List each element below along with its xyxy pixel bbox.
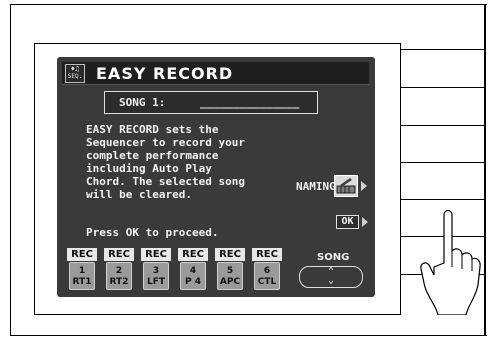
track-button-4[interactable]: 4 P 4 (180, 262, 206, 290)
track-number: 5 (226, 266, 234, 276)
track-number: 2 (115, 266, 123, 276)
description-line: Sequencer to record your (86, 136, 245, 149)
description-line: Chord. The selected song (86, 175, 245, 188)
description-line: including Auto Play (86, 162, 212, 175)
down-arrow-icon: ⌄ (327, 275, 335, 286)
track-button-5[interactable]: 5 APC (217, 262, 243, 290)
song-selector-label: SONG (317, 252, 350, 263)
sequencer-icon-label: SEQ. (67, 73, 83, 80)
side-button-divider (401, 199, 484, 200)
song-selector-button[interactable]: ⌃ ⌄ (299, 266, 363, 288)
track-button-6[interactable]: 6 CTL (254, 262, 280, 290)
proceed-prompt: Press OK to proceed. (86, 226, 219, 239)
description-line: will be cleared. (86, 188, 192, 201)
side-button-divider (401, 87, 484, 88)
device-frame-edge (484, 4, 486, 336)
keyboard-icon (336, 178, 356, 194)
ok-button[interactable]: OK (336, 215, 359, 229)
pointing-hand-icon (420, 209, 481, 315)
track-rec-status: REC (252, 248, 282, 261)
track-number: 1 (78, 266, 86, 276)
ok-arrow-icon (362, 217, 368, 227)
track-name: RT2 (109, 277, 129, 287)
track-rec-status: REC (67, 248, 97, 261)
description-line: EASY RECORD sets the (86, 123, 219, 136)
side-button-divider (401, 125, 484, 126)
track-rec-status: REC (104, 248, 134, 261)
track-name: P 4 (185, 277, 201, 287)
page-title: EASY RECORD (96, 64, 234, 83)
song-name-value: _______________ (200, 96, 300, 109)
track-number: 6 (263, 266, 271, 276)
track-button-3[interactable]: 3 LFT (143, 262, 169, 290)
track-name: APC (219, 277, 241, 287)
track-button-1[interactable]: 1 RT1 (69, 262, 95, 290)
music-note-icon: ♦♫ (70, 65, 80, 73)
track-rec-status: REC (178, 248, 208, 261)
description-line: complete performance (86, 149, 219, 162)
naming-label: NAMING (296, 180, 336, 193)
track-name: LFT (146, 277, 166, 287)
side-button-divider (401, 49, 484, 50)
track-number: 4 (189, 266, 197, 276)
track-name: RT1 (72, 277, 92, 287)
side-button-divider (401, 162, 484, 163)
sequencer-icon: ♦♫ SEQ. (65, 64, 85, 83)
song-number-label: SONG 1: (119, 96, 166, 109)
track-rec-status: REC (215, 248, 245, 261)
track-button-2[interactable]: 2 RT2 (106, 262, 132, 290)
track-name: CTL (257, 277, 277, 287)
track-rec-status: REC (141, 248, 171, 261)
naming-button[interactable] (334, 175, 358, 197)
track-number: 3 (152, 266, 160, 276)
naming-arrow-icon (361, 181, 367, 191)
